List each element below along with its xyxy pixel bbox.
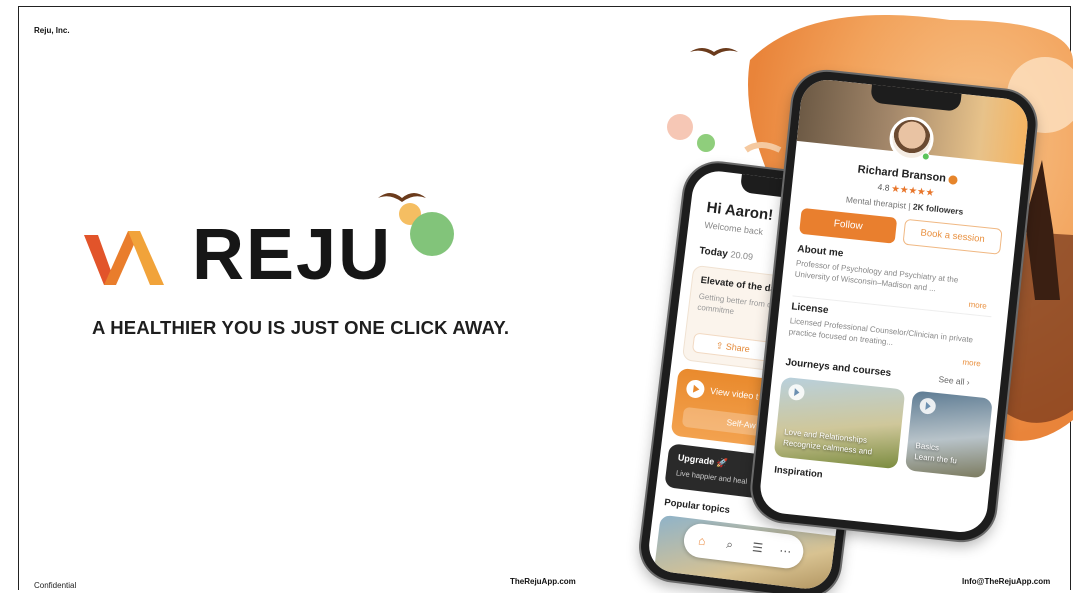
- bird-icon: [690, 48, 738, 56]
- see-all-text: See all: [938, 374, 965, 387]
- home-icon[interactable]: ⌂: [693, 532, 711, 550]
- verified-icon: [948, 174, 959, 185]
- logo-sun-icon: [378, 193, 454, 256]
- logo-mark-icon: [84, 231, 164, 285]
- share-label: Share: [725, 341, 751, 355]
- license-text: Licensed Professional Counselor/Clinicia…: [788, 316, 974, 348]
- chevron-right-icon: ›: [966, 377, 971, 388]
- online-status-icon: [921, 152, 931, 161]
- follow-button[interactable]: Follow: [799, 207, 898, 244]
- video-label: View video t: [709, 385, 759, 402]
- inspiration-title: Inspiration: [773, 464, 824, 481]
- search-icon[interactable]: ⌕: [721, 535, 739, 553]
- star-icons: ★★★★★: [891, 183, 936, 198]
- reju-logo: REJU: [80, 215, 390, 295]
- course-card-basics[interactable]: Basics Learn the fu: [904, 390, 993, 479]
- about-text: Professor of Psychology and Psychiatry a…: [794, 258, 959, 294]
- course-title: Basics: [915, 441, 940, 453]
- profile-screen: Richard Branson 4.8 ★★★★★ Mental therapi…: [757, 77, 1031, 535]
- more-icon[interactable]: ⋯: [776, 542, 794, 560]
- share-button[interactable]: ⇪ Share: [691, 332, 774, 362]
- list-icon[interactable]: ☰: [749, 539, 767, 557]
- followers-count: 2K followers: [912, 201, 964, 217]
- see-all-link[interactable]: See all ›: [938, 374, 970, 387]
- today-label: Today 20.09: [699, 245, 754, 263]
- upgrade-text: Live happier and heal: [675, 468, 748, 486]
- today-title: Today: [698, 245, 729, 260]
- journeys-title: Journeys and courses: [784, 356, 892, 380]
- about-more-link[interactable]: more: [968, 300, 987, 311]
- logo-wordmark: REJU: [192, 215, 393, 295]
- popular-topics-label: Popular topics: [663, 497, 731, 517]
- confidential-label: Confidential: [34, 581, 77, 590]
- website-link[interactable]: TheRejuApp.com: [510, 577, 576, 586]
- play-icon[interactable]: [685, 378, 706, 399]
- share-icon: ⇪: [715, 340, 724, 351]
- welcome-text: Welcome back: [703, 219, 764, 237]
- course-card-love[interactable]: Love and Relationships Recognize calmnes…: [773, 376, 906, 470]
- play-icon[interactable]: [918, 397, 937, 415]
- rating-value: 4.8: [877, 181, 891, 193]
- course-subtitle: Learn the fu: [913, 451, 958, 466]
- role-text: Mental therapist: [845, 194, 907, 211]
- tagline: A HEALTHIER YOU IS JUST ONE CLICK AWAY.: [92, 317, 510, 338]
- email-link[interactable]: Info@TheRejuApp.com: [962, 577, 1050, 586]
- book-session-button[interactable]: Book a session: [902, 218, 1003, 255]
- about-title: About me: [796, 243, 844, 260]
- company-name: Reju, Inc.: [34, 26, 70, 35]
- today-date: 20.09: [729, 249, 754, 262]
- play-icon[interactable]: [787, 383, 806, 402]
- license-title: License: [790, 301, 829, 317]
- phone-profile-screen: Richard Branson 4.8 ★★★★★ Mental therapi…: [749, 68, 1039, 544]
- upgrade-title: Upgrade 🚀: [677, 452, 729, 469]
- license-more-link[interactable]: more: [962, 357, 981, 368]
